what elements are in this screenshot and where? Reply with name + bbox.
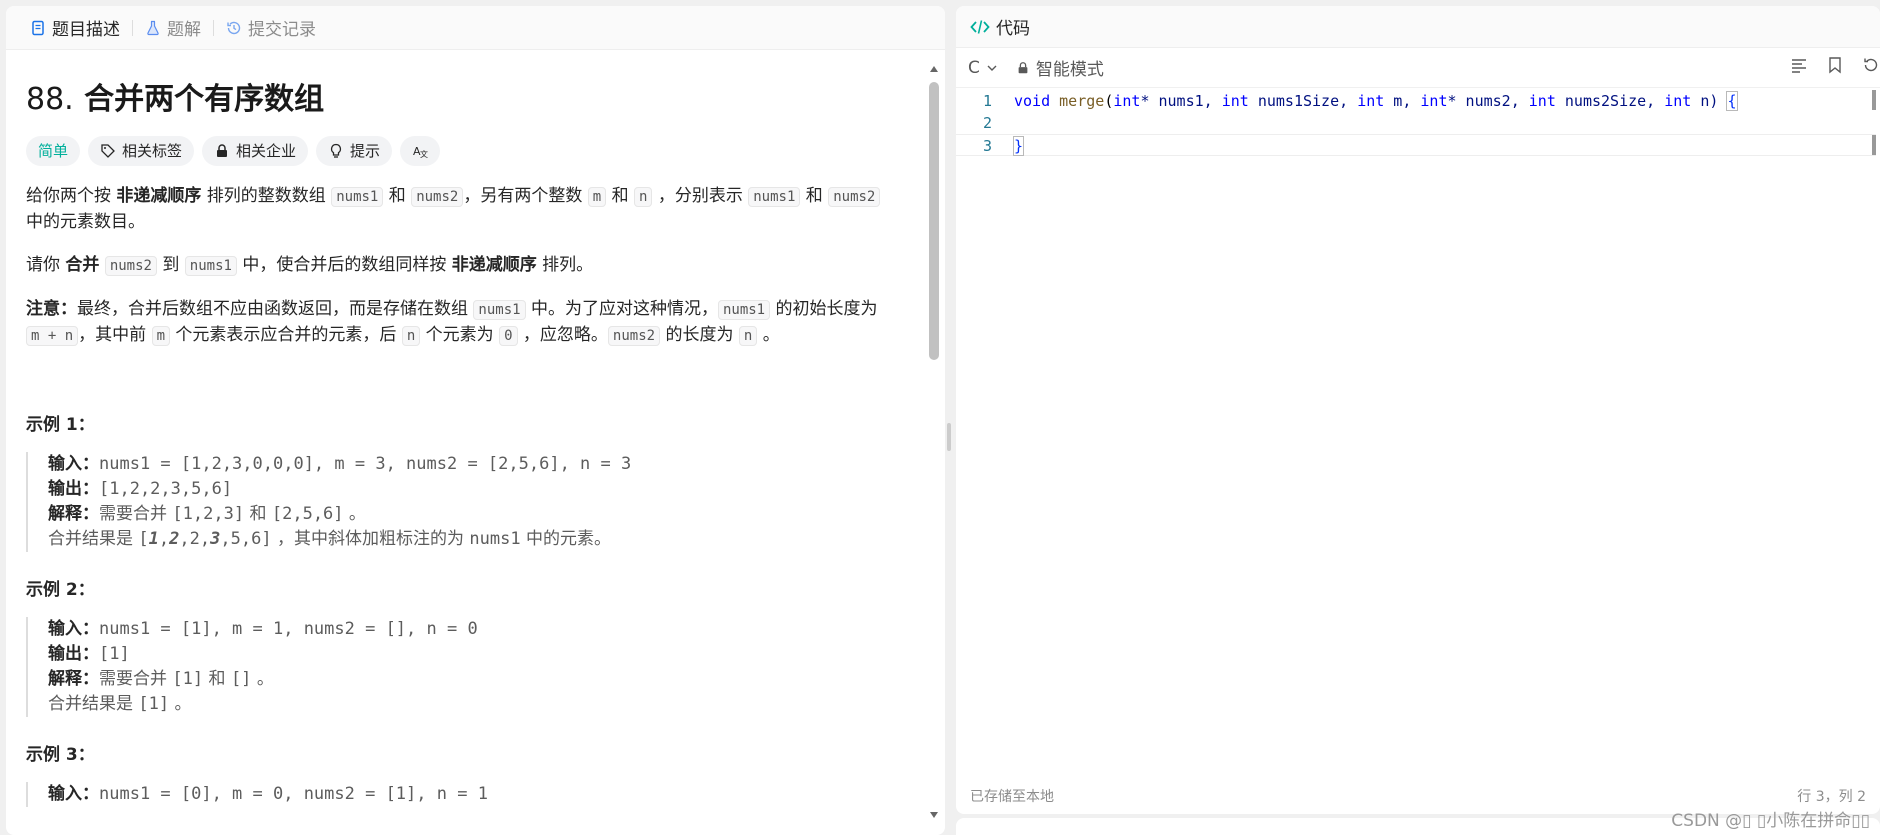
code-tab-label: 代码 [996,19,1030,39]
problem-number: 88. [26,82,74,117]
scroll-down-arrow-icon[interactable] [930,812,938,818]
lock-icon [217,144,228,157]
tab-description-label: 题目描述 [52,20,120,40]
reset-icon[interactable] [1862,56,1880,74]
tab-submissions-label: 提交记录 [248,20,316,40]
companies-label: 相关企业 [236,141,297,160]
difficulty-badge: 简单 [26,136,81,166]
line-number: 3 [982,137,992,155]
line-number: 1 [982,92,992,110]
flask-icon [147,20,159,35]
page-title: 88. 合并两个有序数组 [26,82,926,118]
mode-label: 智能模式 [1035,60,1104,80]
example-2-title: 示例 2： [26,580,95,600]
problem-tabbar: 题目描述 题解 提交记录 [6,6,945,50]
history-icon [227,21,241,34]
code-panel: 代码 C 智能模式 1 void merge(int* nums1, int n… [956,6,1880,814]
tab-separator [132,19,133,36]
language-select[interactable]: C [968,58,998,78]
related-tags-label: 相关标签 [122,141,183,160]
problem-tags: 简单 相关标签 相关企业 提示 A文 [26,136,926,166]
code-icon [970,19,990,34]
editor-tools [1790,56,1880,74]
minimap-marker [1872,135,1876,155]
description-paragraph-2: 请你 合并 nums2 到 nums1 中，使合并后的数组同样按 非递减顺序 排… [26,255,594,276]
bookmark-icon[interactable] [1826,56,1844,74]
translate-icon: A文 [413,145,428,159]
hints-button[interactable]: 提示 [316,136,393,166]
problem-content: 88. 合并两个有序数组 简单 相关标签 相关企业 提示 A文 给你两个按 非递… [26,50,926,807]
scroll-up-arrow-icon[interactable] [930,66,938,72]
chevron-down-icon [987,65,997,71]
example-1-title: 示例 1： [26,415,95,435]
example-1: 输入：nums1 = [1,2,3,0,0,0], m = 3, nums2 =… [26,452,926,552]
companies-button[interactable]: 相关企业 [202,136,309,166]
problem-panel: 题目描述 题解 提交记录 88. 合并两个有序数组 简单 相关标签 相关企业 提… [6,6,945,835]
code-text: } [1012,136,1025,156]
minimap-marker [1872,90,1876,110]
difficulty-label: 简单 [38,141,69,160]
save-status: 已存储至本地 [970,789,1054,805]
tab-solutions-label: 题解 [167,20,201,40]
format-icon[interactable] [1790,56,1808,74]
editor-toolbar: C 智能模式 [956,48,1880,88]
document-icon [32,20,44,35]
description-note: 注意：最终，合并后数组不应由函数返回，而是存储在数组 nums1 中。为了应对这… [26,299,878,346]
code-line-3[interactable]: 3 } [956,134,1876,156]
panel-resize-handle[interactable] [947,423,951,451]
tab-description[interactable]: 题目描述 [22,15,128,40]
code-line-1[interactable]: 1 void merge(int* nums1, int nums1Size, … [956,90,1876,112]
watermark: CSDN @▯ ▯小陈在拼命▯▯ [1671,811,1870,831]
mode-select[interactable]: 智能模式 [1016,55,1104,80]
lightbulb-icon [330,143,342,158]
line-number: 2 [982,114,992,132]
hints-label: 提示 [350,141,381,160]
language-label: C [968,57,980,78]
description-paragraph-1: 给你两个按 非递减顺序 排列的整数数组 nums1 和 nums2 ，另有两个整数… [26,184,926,235]
code-editor[interactable]: 1 void merge(int* nums1, int nums1Size, … [956,90,1880,770]
scrollbar[interactable] [929,62,939,822]
lock-icon [1018,61,1028,73]
tab-solutions[interactable]: 题解 [137,15,209,40]
svg-text:文: 文 [420,149,428,159]
code-tab[interactable]: 代码 [956,6,1880,48]
example-3-title: 示例 3： [26,745,95,765]
cursor-position: 行 3，列 2 [1797,789,1866,805]
example-3: 输入：nums1 = [0], m = 0, nums2 = [1], n = … [26,782,926,807]
scrollbar-thumb[interactable] [929,82,939,360]
tab-separator [213,19,214,36]
problem-title[interactable]: 合并两个有序数组 [84,82,324,117]
code-line-2[interactable]: 2 [956,112,1876,134]
related-tags-button[interactable]: 相关标签 [88,136,195,166]
translate-button[interactable]: A文 [400,136,441,166]
tag-icon [101,144,115,158]
example-2: 输入：nums1 = [1], m = 1, nums2 = [], n = 0… [26,617,926,717]
tab-submissions[interactable]: 提交记录 [218,15,324,40]
code-text: void merge(int* nums1, int nums1Size, in… [1014,91,1738,111]
app-root: 题目描述 题解 提交记录 88. 合并两个有序数组 简单 相关标签 相关企业 提… [0,0,1880,835]
